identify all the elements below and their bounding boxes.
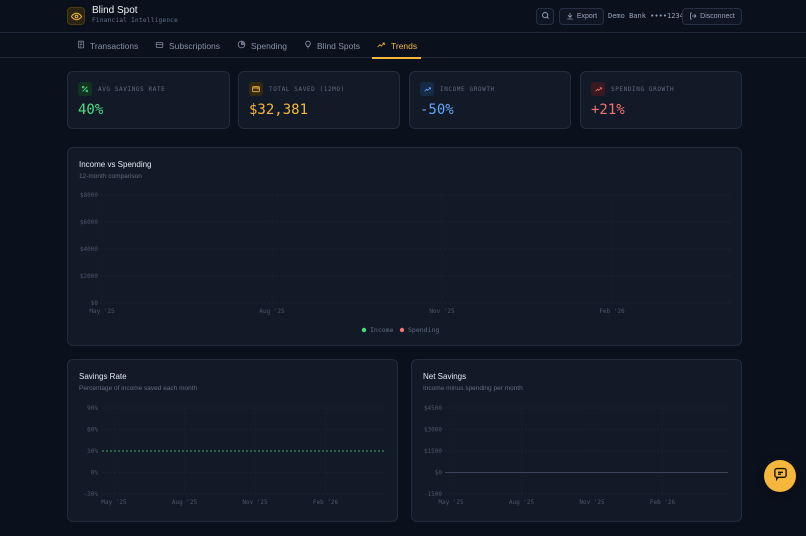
stat-value: $32,381 (249, 102, 309, 118)
y-tick-label: $3000 (424, 427, 442, 434)
y-tick-label: 60% (87, 427, 98, 434)
chat-icon (773, 466, 788, 486)
trending-up-icon (591, 82, 605, 96)
legend-marker (361, 327, 367, 333)
y-tick-label: 30% (87, 448, 98, 455)
stat-label: INCOME GROWTH (440, 86, 495, 93)
y-tick-label: $6000 (80, 219, 98, 226)
lightbulb-icon (304, 40, 312, 51)
export-button[interactable]: Export (559, 8, 604, 25)
pie-icon (237, 40, 246, 51)
stat-card-savings-rate: AVG SAVINGS RATE 40% (67, 71, 230, 129)
y-tick-label: -1500 (424, 491, 442, 498)
disconnect-button[interactable]: Disconnect (682, 8, 742, 25)
x-tick-label: Aug '25 (509, 499, 535, 506)
trending-up-icon (376, 41, 386, 51)
y-tick-label: $8000 (80, 192, 98, 199)
receipt-icon (77, 40, 85, 51)
stat-card-total-saved: TOTAL SAVED (12MO) $32,381 (238, 71, 400, 129)
wallet-icon (249, 82, 263, 96)
x-tick-label: Nov '25 (242, 499, 268, 506)
x-tick-label: Nov '25 (429, 308, 455, 315)
x-tick-label: Aug '25 (172, 499, 198, 506)
x-tick-label: May '25 (438, 499, 464, 506)
y-tick-label: 90% (87, 405, 98, 412)
tab-label: Blind Spots (317, 40, 360, 51)
x-tick-label: Feb '26 (650, 499, 676, 506)
net-savings-chart: $4500 $3000 $1500 $0 -1500May '25 Aug '25 Nov … (424, 405, 728, 506)
disconnect-label: Disconnect (700, 13, 735, 20)
tab-blind-spots[interactable]: Blind Spots (304, 33, 360, 58)
savings-rate-card: Savings Rate Percentage of income saved … (67, 359, 398, 522)
search-button[interactable] (536, 8, 554, 25)
y-tick-label: $0 (91, 300, 99, 307)
y-tick-label: $2000 (80, 273, 98, 280)
tab-label: Subscriptions (169, 40, 221, 51)
stat-value: 40% (78, 102, 104, 118)
income-vs-spending-chart: $8000 $6000 $4000 $2000 $0May '25 Aug '25 Nov … (80, 192, 730, 334)
tab-transactions[interactable]: Transactions (77, 33, 138, 58)
legend-label: Income (370, 326, 394, 334)
stat-value: -50% (420, 102, 454, 118)
net-savings-card: Net Savings Income minus spending per mo… (411, 359, 742, 522)
savings-rate-chart: 90% 60% 30% 0% -30%May '25 Aug '25 Nov '25 Feb … (84, 405, 384, 506)
eye-icon (67, 7, 85, 25)
app-subtitle: Financial Intelligence (92, 17, 179, 24)
y-tick-label: $0 (435, 470, 443, 477)
tab-subscriptions[interactable]: Subscriptions (155, 33, 220, 58)
x-tick-label: Feb '26 (599, 308, 625, 315)
x-tick-label: May '25 (89, 308, 115, 315)
income-vs-spending-card: Income vs Spending 12-month comparison $… (67, 147, 742, 346)
percent-icon (78, 82, 92, 96)
trending-up-icon (420, 82, 434, 96)
download-icon (566, 12, 574, 22)
x-tick-label: Nov '25 (579, 499, 605, 506)
card-icon (155, 41, 164, 51)
stat-label: AVG SAVINGS RATE (98, 86, 166, 93)
main-nav: Transactions Subscriptions Spending Blin… (0, 33, 806, 59)
x-tick-label: Feb '26 (313, 499, 339, 506)
bank-account-label: Demo Bank ••••1234 (608, 12, 684, 20)
search-icon (541, 11, 550, 22)
y-tick-label: $4000 (80, 246, 98, 253)
tab-label: Spending (251, 40, 287, 51)
tab-label: Trends (391, 40, 418, 51)
app-title: Blind Spot (92, 5, 138, 16)
x-tick-label: Aug '25 (259, 308, 285, 315)
y-tick-label: $4500 (424, 405, 442, 412)
y-tick-label: $1500 (424, 448, 442, 455)
legend-label: Spending (408, 326, 439, 334)
export-label: Export (576, 13, 598, 20)
chat-button[interactable] (764, 460, 796, 492)
app-header: Blind Spot Financial Intelligence Export… (0, 0, 806, 33)
stat-value: +21% (591, 102, 625, 118)
tab-spending[interactable]: Spending (237, 33, 287, 58)
tab-trends[interactable]: Trends (371, 33, 422, 59)
legend-marker (399, 327, 405, 333)
stat-card-income-growth: INCOME GROWTH -50% (409, 71, 571, 129)
y-tick-label: 0% (91, 470, 99, 477)
y-tick-label: -30% (84, 491, 99, 498)
logout-icon (689, 12, 697, 22)
stat-label: SPENDING GROWTH (611, 86, 675, 93)
stat-label: TOTAL SAVED (12MO) (269, 86, 345, 93)
stat-card-spending-growth: SPENDING GROWTH +21% (580, 71, 742, 129)
x-tick-label: May '25 (101, 499, 127, 506)
tab-label: Transactions (90, 40, 139, 51)
